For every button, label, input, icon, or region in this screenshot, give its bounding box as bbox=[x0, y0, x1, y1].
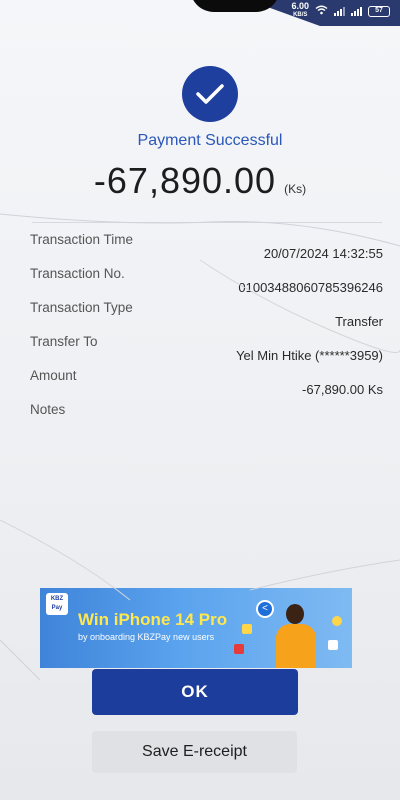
phone-icon bbox=[328, 640, 338, 650]
currency-label: (Ks) bbox=[284, 182, 307, 196]
banner-title: Win iPhone 14 Pro bbox=[78, 610, 228, 629]
status-icons: 6.00 KB/S 57 bbox=[291, 2, 390, 20]
promo-banner[interactable]: KBZ Pay Win iPhone 14 Pro by onboarding … bbox=[40, 588, 352, 668]
detail-row-amount: Amount -67,890.00 Ks bbox=[28, 368, 383, 402]
wifi-icon bbox=[315, 5, 328, 17]
battery-icon: 57 bbox=[368, 5, 390, 17]
transaction-details: Transaction Time 20/07/2024 14:32:55 Tra… bbox=[28, 232, 383, 436]
gift-icon bbox=[234, 644, 244, 654]
detail-value: 01003488060785396246 bbox=[238, 280, 383, 295]
kbzpay-logo: KBZ Pay bbox=[46, 593, 68, 615]
banner-subtitle: by onboarding KBZPay new users bbox=[78, 632, 215, 642]
network-speed: 6.00 KB/S bbox=[291, 2, 309, 20]
detail-value: 20/07/2024 14:32:55 bbox=[263, 246, 383, 261]
coin-icon bbox=[332, 616, 342, 626]
signal-icon-sim1 bbox=[334, 6, 345, 16]
promo-person-illustration bbox=[270, 598, 320, 668]
payment-amount: -67,890.00 bbox=[93, 160, 277, 201]
coin-icon bbox=[242, 624, 252, 634]
network-speed-value: 6.00 bbox=[291, 1, 309, 11]
detail-value: -67,890.00 Ks bbox=[302, 382, 383, 397]
camera-notch bbox=[190, 0, 280, 12]
detail-row-notes: Notes bbox=[28, 402, 383, 436]
detail-value: Yel Min Htike (******3959) bbox=[236, 348, 383, 363]
detail-label: Transfer To bbox=[30, 334, 98, 349]
divider bbox=[32, 222, 382, 223]
detail-label: Transaction Type bbox=[30, 300, 133, 315]
ok-button[interactable]: OK bbox=[92, 669, 298, 715]
detail-value: Transfer bbox=[335, 314, 383, 329]
detail-row-type: Transaction Type Transfer bbox=[28, 300, 383, 334]
detail-row-time: Transaction Time 20/07/2024 14:32:55 bbox=[28, 232, 383, 266]
save-e-receipt-button[interactable]: Save E-receipt bbox=[92, 731, 297, 773]
detail-label: Amount bbox=[30, 368, 77, 383]
detail-label: Notes bbox=[30, 402, 66, 417]
network-speed-unit: KB/S bbox=[293, 12, 308, 18]
success-check-icon bbox=[182, 66, 238, 122]
payment-success-screen: 6.00 KB/S 57 Payment Successful -67,890.… bbox=[0, 0, 400, 800]
detail-label: Transaction Time bbox=[30, 232, 134, 247]
detail-row-transfer-to: Transfer To Yel Min Htike (******3959) bbox=[28, 334, 383, 368]
detail-label: Transaction No. bbox=[30, 266, 125, 281]
page-title: Payment Successful bbox=[137, 132, 283, 149]
detail-row-transaction-no: Transaction No. 01003488060785396246 bbox=[28, 266, 383, 300]
amount-display: -67,890.00 (Ks) bbox=[0, 160, 400, 202]
signal-icon-sim2 bbox=[351, 6, 362, 16]
